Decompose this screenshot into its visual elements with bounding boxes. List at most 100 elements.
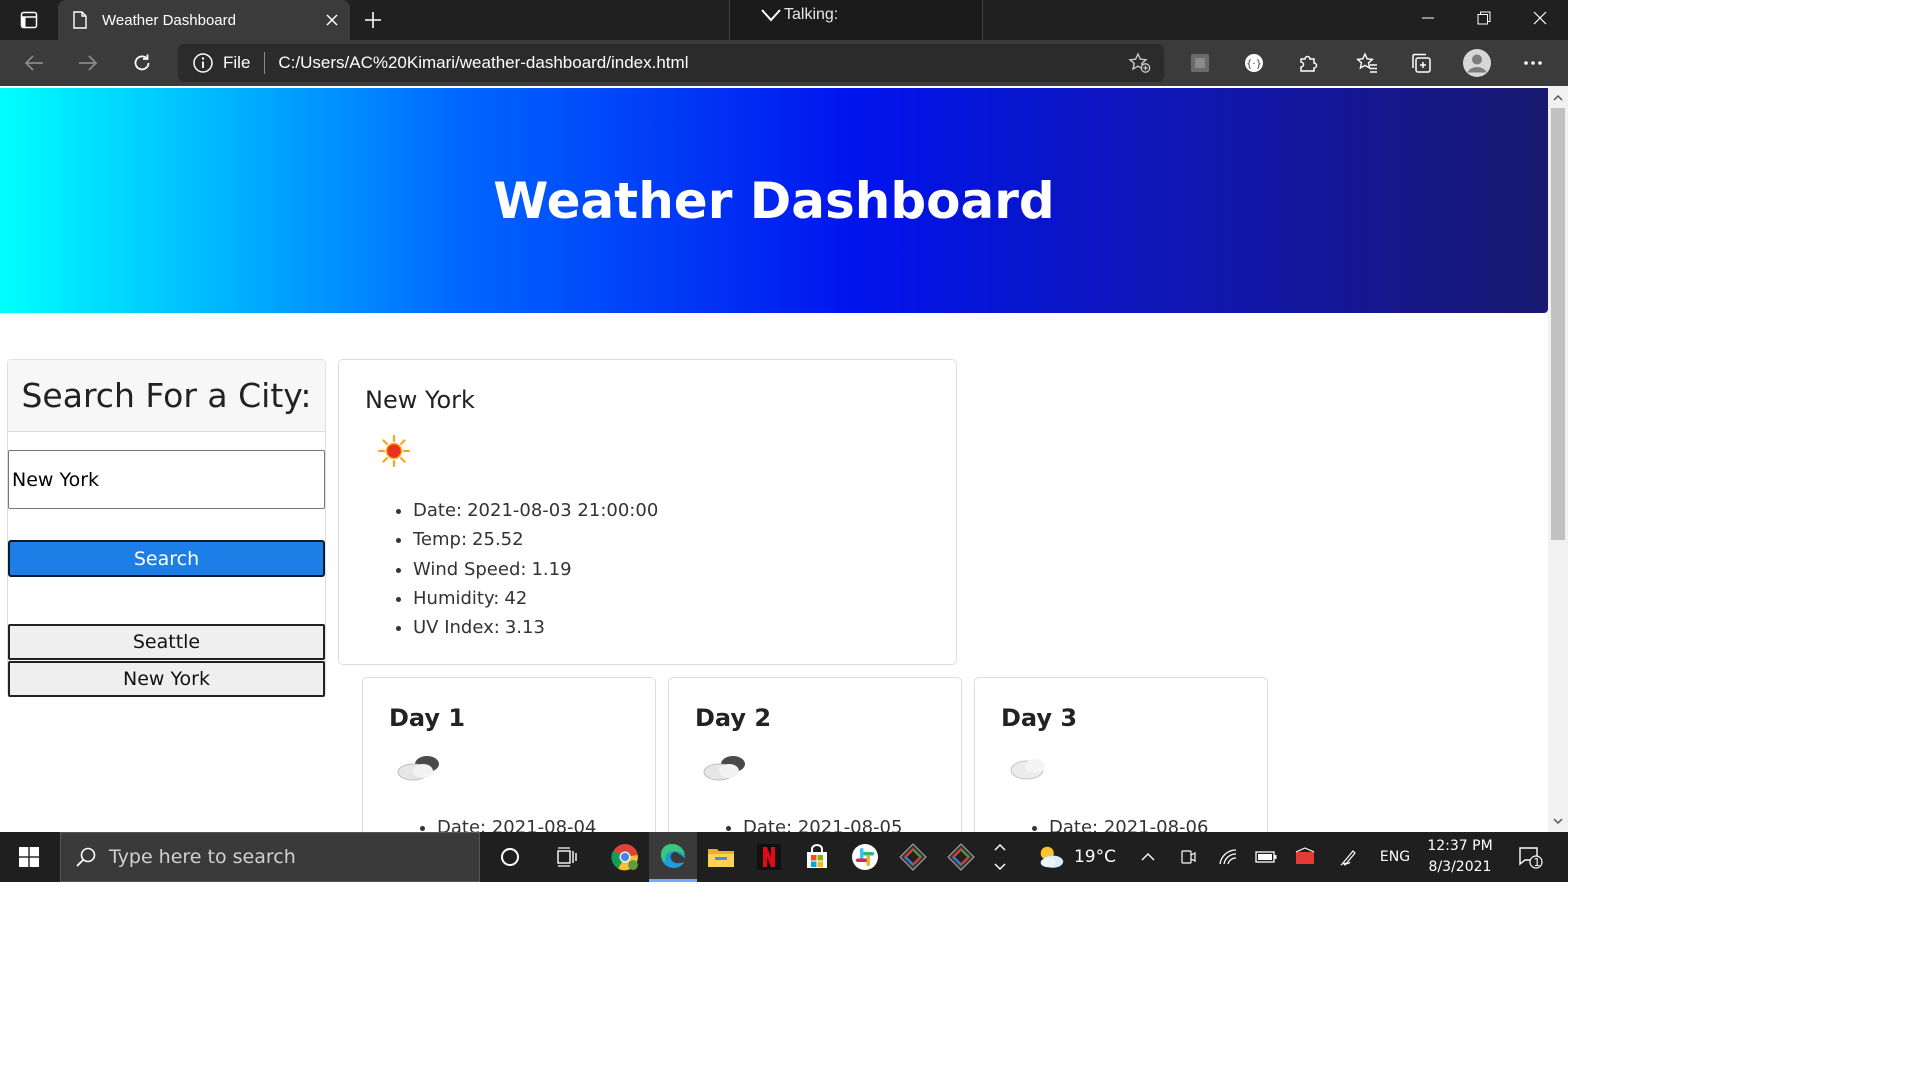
forecast-day-title: Day 3 [1001,704,1078,732]
restore-icon[interactable] [1456,0,1512,36]
network-icon[interactable] [1216,832,1240,882]
favorites-icon[interactable] [1347,46,1387,80]
close-tab-icon[interactable] [314,2,350,38]
weather-widget[interactable]: 19°C [1036,832,1116,882]
history-button-seattle[interactable]: Seattle [8,624,325,660]
partly-cloudy-icon [1040,846,1064,868]
cloud-icon [393,752,447,784]
city-search-input[interactable] [8,450,325,509]
page-title: Weather Dashboard [493,171,1055,230]
extension-circle-icon[interactable]: {·} [1234,46,1274,80]
language-indicator[interactable]: ENG [1374,832,1416,882]
url-text[interactable]: C:/Users/AC%20Kimari/weather-dashboard/i… [278,53,1120,73]
forecast-date: Date: 2021-08-05 [743,813,902,832]
pen-icon[interactable] [1336,832,1362,882]
app-diamond-icon-2[interactable] [937,832,985,882]
extension-square-icon[interactable] [1180,46,1220,80]
meet-now-icon[interactable] [1176,832,1200,882]
browser-title-bar: Weather Dashboard Talking: [0,0,1568,46]
forecast-date-value: 2021-08-04 [491,817,597,832]
new-tab-icon[interactable] [356,4,390,36]
current-city-name: New York [365,386,475,414]
microsoft-store-icon[interactable] [793,832,841,882]
detail-wind-speed: Wind Speed:1.19 [413,555,658,584]
tab-actions-icon[interactable] [8,6,50,34]
refresh-icon[interactable] [124,46,160,80]
page-scrollbar[interactable] [1548,86,1568,832]
app-notification-icon[interactable] [1292,832,1318,882]
detail-value: 2021-08-03 21:00:00 [467,500,659,521]
collections-icon[interactable] [1401,46,1441,80]
detail-date: Date:2021-08-03 21:00:00 [413,496,658,525]
info-icon[interactable] [192,52,214,74]
address-bar[interactable]: File C:/Users/AC%20Kimari/weather-dashbo… [178,44,1164,82]
taskbar-search-box[interactable]: Type here to search [60,832,480,882]
forecast-card-day-3: Day 3 Date: 2021-08-06 [974,677,1268,832]
talking-label: Talking: [784,6,839,23]
svg-text:{·}: {·} [1246,59,1262,70]
hero-banner: Weather Dashboard [0,88,1548,313]
browser-toolbar: File C:/Users/AC%20Kimari/weather-dashbo… [0,40,1568,114]
show-hidden-icons-icon[interactable] [1136,832,1160,882]
extensions-puzzle-icon[interactable] [1288,46,1328,80]
scroll-down-icon[interactable] [1552,815,1564,827]
close-window-icon[interactable] [1512,0,1568,36]
detail-label: Date: [413,500,463,521]
current-weather-card: New York Date:2021-08-03 21:00:00 Temp:2… [338,359,957,665]
file-scheme-label: File [223,53,251,72]
search-heading: Search For a City: [21,376,312,415]
slack-icon[interactable] [841,832,889,882]
app-diamond-icon[interactable] [889,832,937,882]
cortana-icon[interactable] [486,832,534,882]
clock-time: 12:37 PM [1427,838,1493,854]
forecast-date-value: 2021-08-06 [1103,817,1209,832]
detail-uv-index: UV Index:3.13 [413,613,658,642]
taskbar-scroll-icon[interactable] [988,832,1012,882]
browser-tab[interactable]: Weather Dashboard [58,0,350,40]
more-options-icon[interactable] [1513,46,1553,80]
forecast-details: Date: 2021-08-06 [1023,813,1208,832]
task-view-icon[interactable] [544,832,592,882]
add-favorite-icon[interactable] [1120,46,1160,80]
page-icon [72,11,88,29]
detail-value: 3.13 [504,617,545,639]
detail-value: 42 [504,587,528,609]
detail-value: 25.52 [472,529,524,551]
system-clock[interactable]: 12:37 PM 8/3/2021 [1420,836,1500,878]
detail-humidity: Humidity:42 [413,584,658,613]
forecast-date-value: 2021-08-05 [797,817,903,832]
weather-temp: 19°C [1073,847,1116,867]
sun-icon [377,434,411,468]
minimize-icon[interactable] [1400,0,1456,36]
history-button-new-york[interactable]: New York [8,661,325,697]
search-panel: Search For a City: Search Seattle New Yo… [7,359,326,697]
clock-date: 8/3/2021 [1428,859,1492,875]
search-panel-header: Search For a City: [8,360,325,432]
back-icon[interactable] [16,46,52,80]
forecast-details: Date: 2021-08-05 [717,813,902,832]
notification-center-icon[interactable]: 1 [1512,832,1548,882]
address-separator [264,52,266,74]
taskbar-search-placeholder: Type here to search [109,846,296,868]
forecast-date-label: Date: [743,817,793,832]
cloud-icon [1005,752,1059,784]
scroll-up-icon[interactable] [1552,92,1564,104]
forecast-date-label: Date: [1049,817,1099,832]
forecast-date: Date: 2021-08-06 [1049,813,1208,832]
page-viewport: Weather Dashboard Search For a City: Sea… [0,86,1548,832]
detail-label: Wind Speed: [413,558,527,580]
battery-icon[interactable] [1254,832,1278,882]
tab-title: Weather Dashboard [102,11,236,29]
current-weather-details: Date:2021-08-03 21:00:00 Temp:25.52 Wind… [387,496,658,642]
edge-icon[interactable] [649,832,697,882]
cloud-icon [699,752,753,784]
search-button[interactable]: Search [8,540,325,577]
file-explorer-icon[interactable] [697,832,745,882]
forecast-day-title: Day 1 [389,704,466,732]
profile-avatar-icon[interactable] [1457,46,1497,80]
chrome-icon[interactable] [601,832,649,882]
scroll-thumb[interactable] [1551,108,1565,540]
windows-start-icon[interactable] [0,832,58,882]
netflix-icon[interactable] [745,832,793,882]
forward-icon[interactable] [70,46,106,80]
